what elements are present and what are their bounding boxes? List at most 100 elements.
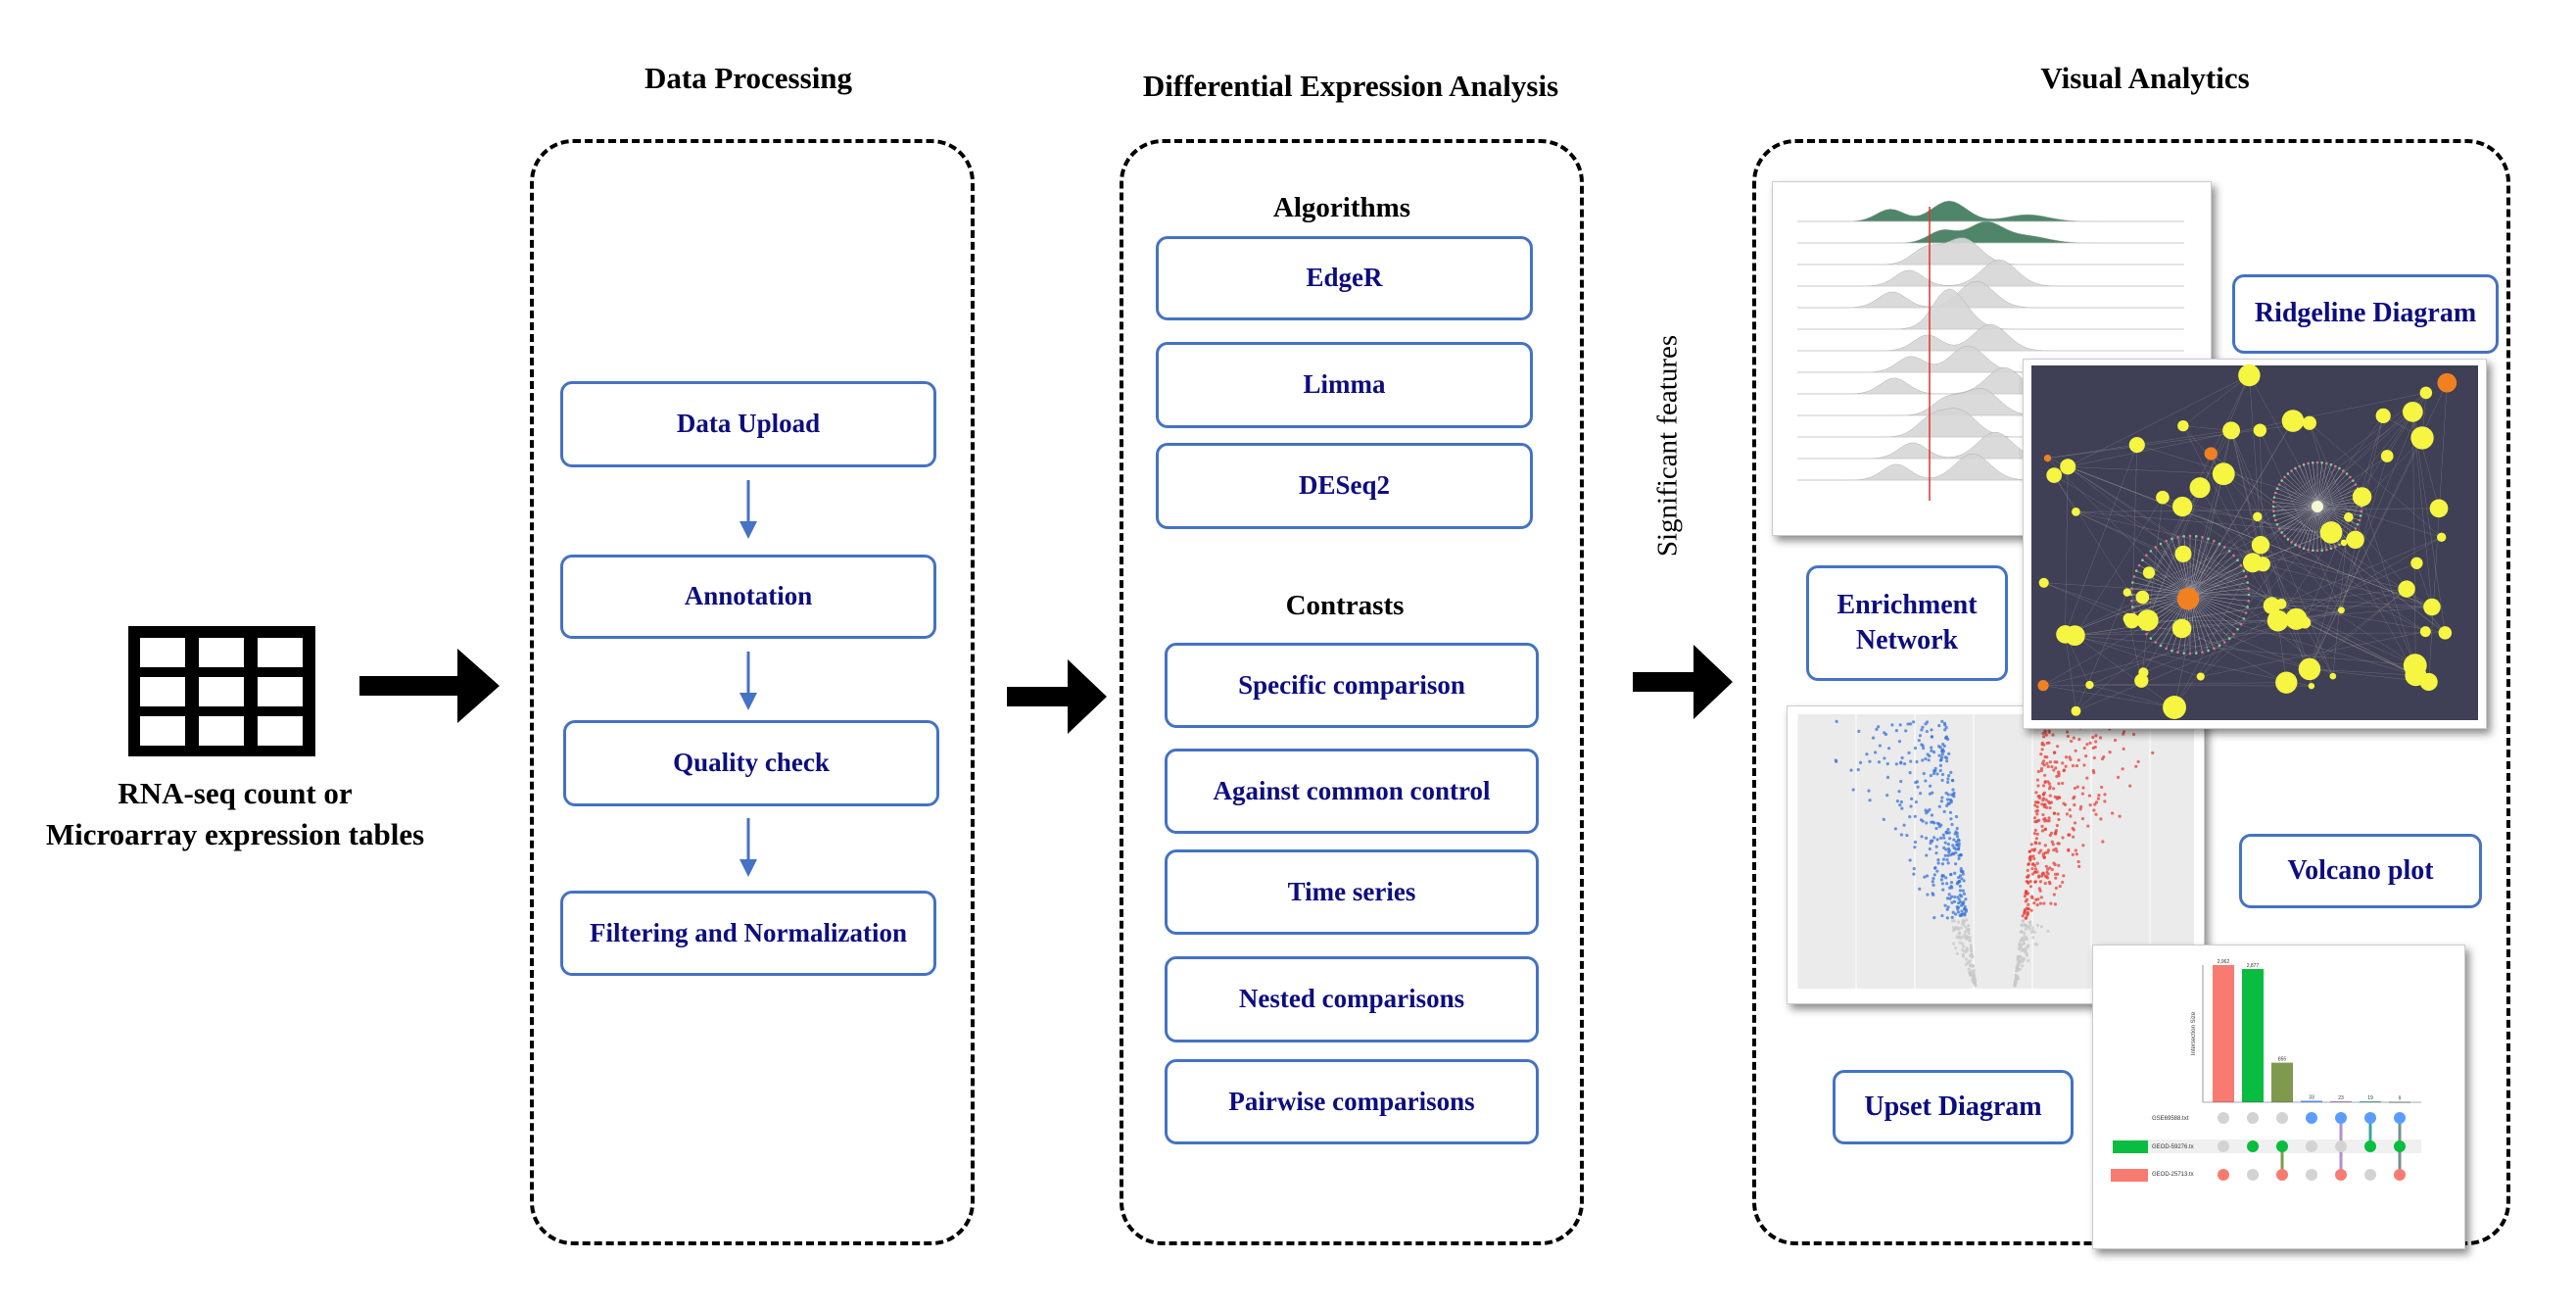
network-gene-node xyxy=(2298,545,2301,549)
volcano-point xyxy=(2031,936,2035,940)
volcano-point xyxy=(2030,929,2034,933)
volcano-point xyxy=(1946,780,1950,784)
volcano-point xyxy=(2055,823,2059,828)
volcano-point xyxy=(2042,901,2046,905)
volcano-point xyxy=(2113,738,2118,743)
volcano-point xyxy=(1943,755,1947,759)
volcano-point xyxy=(1953,945,1958,950)
network-gene-node xyxy=(2271,505,2275,509)
volcano-point xyxy=(2032,856,2036,861)
contrast-specific: Specific comparison xyxy=(1165,643,1539,728)
network-gene-node xyxy=(2325,548,2328,552)
volcano-point xyxy=(2024,923,2027,927)
volcano-point xyxy=(2035,800,2039,804)
volcano-point xyxy=(2092,808,2096,812)
volcano-point xyxy=(1834,758,1837,762)
contrast-pairwise: Pairwise comparisons xyxy=(1165,1059,1539,1144)
volcano-point xyxy=(2025,897,2029,901)
volcano-point xyxy=(2048,794,2052,798)
volcano-point xyxy=(2047,782,2051,786)
network-gene-node xyxy=(2201,536,2204,539)
volcano-point xyxy=(1900,806,1904,810)
volcano-point xyxy=(1966,935,1970,939)
upset-matrix-dot xyxy=(2218,1112,2229,1124)
volcano-point xyxy=(1898,723,1902,727)
upset-chart: 2,962 2,877 855 33 23 19 9 Intersection Size GSE… xyxy=(2111,959,2421,1182)
volcano-point xyxy=(2027,927,2031,931)
network-gene-node xyxy=(2283,475,2286,479)
volcano-point xyxy=(1957,856,1961,860)
volcano-point xyxy=(1932,769,1936,773)
volcano-point xyxy=(2022,942,2026,945)
volcano-point xyxy=(1932,836,1936,840)
volcano-point xyxy=(2040,741,2044,745)
volcano-point xyxy=(1946,847,1951,850)
network-term-node xyxy=(2403,654,2427,678)
volcano-point xyxy=(2041,759,2046,763)
volcano-point xyxy=(2072,797,2075,800)
volcano-point xyxy=(1934,826,1938,831)
network-term-node xyxy=(2142,566,2156,579)
volcano-point xyxy=(1953,871,1957,875)
network-term-node xyxy=(2285,607,2308,630)
network-gene-node xyxy=(2232,554,2235,558)
volcano-point xyxy=(1947,751,1951,755)
volcano-point xyxy=(2041,731,2045,736)
volcano-point xyxy=(1950,915,1954,919)
volcano-point xyxy=(1938,836,1943,840)
volcano-point xyxy=(1951,926,1956,930)
volcano-point xyxy=(1902,823,1906,827)
volcano-point xyxy=(2068,755,2072,759)
network-gene-node xyxy=(2244,575,2248,578)
volcano-point xyxy=(1930,746,1933,750)
volcano-point xyxy=(2061,880,2065,885)
volcano-point xyxy=(2043,729,2047,733)
volcano-point xyxy=(1944,736,1948,740)
volcano-point xyxy=(1895,800,1899,803)
volcano-point xyxy=(2045,805,2049,809)
network-gene-node xyxy=(2320,461,2324,464)
volcano-point xyxy=(2027,862,2030,866)
upset-matrix-dot xyxy=(2335,1112,2347,1124)
volcano-point xyxy=(2037,842,2041,846)
volcano-point xyxy=(2058,884,2062,889)
volcano-point xyxy=(1919,818,1924,822)
volcano-point xyxy=(1905,833,1909,838)
upset-bar xyxy=(2271,1062,2293,1102)
algorithm-deseq2: DESeq2 xyxy=(1156,443,1533,529)
volcano-point xyxy=(2047,880,2051,884)
volcano-point xyxy=(1900,755,1904,760)
network-gene-node xyxy=(2239,563,2243,567)
network-gene-node xyxy=(2338,466,2341,470)
volcano-point xyxy=(1943,841,1947,845)
network-gene-node xyxy=(2246,581,2249,584)
volcano-point xyxy=(1930,813,1934,817)
network-gene-node xyxy=(2154,641,2158,644)
volcano-point xyxy=(1938,763,1943,768)
volcano-point xyxy=(2099,817,2103,821)
volcano-point xyxy=(1951,793,1955,797)
volcano-point xyxy=(1932,876,1935,881)
volcano-point xyxy=(1885,761,1889,766)
volcano-point xyxy=(1940,719,1944,723)
upset-matrix-dot xyxy=(2218,1169,2229,1181)
volcano-point xyxy=(2052,811,2057,815)
network-gene-node xyxy=(2345,472,2349,475)
algorithms-heading: Algorithms xyxy=(1272,192,1411,223)
network-gene-node xyxy=(2222,546,2226,549)
network-term-node xyxy=(2172,496,2193,517)
network-gene-node xyxy=(2315,461,2319,464)
volcano-point xyxy=(1952,838,1956,842)
volcano-point xyxy=(1949,852,1953,857)
volcano-point xyxy=(2033,842,2038,846)
network-gene-node xyxy=(2273,518,2277,522)
volcano-point xyxy=(2054,829,2058,833)
volcano-point xyxy=(2066,734,2071,739)
network-gene-node xyxy=(2280,531,2283,534)
volcano-point xyxy=(1910,797,1914,800)
network-gene-node xyxy=(2358,518,2361,522)
volcano-point xyxy=(2023,931,2027,936)
network-gene-node xyxy=(2277,483,2281,486)
volcano-point xyxy=(2094,734,2098,738)
upset-matrix-dot xyxy=(2218,1140,2229,1152)
